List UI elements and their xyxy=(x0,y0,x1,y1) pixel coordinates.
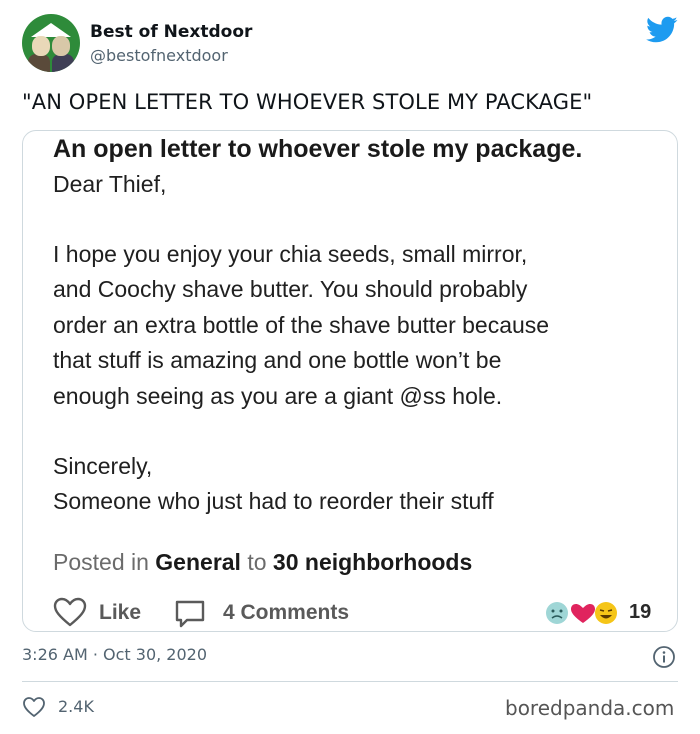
posted-audience[interactable]: 30 neighborhoods xyxy=(273,549,472,575)
reactions-icon[interactable] xyxy=(543,599,623,627)
letter-line: enough seeing as you are a giant @ss hol… xyxy=(53,383,503,409)
posted-to: to xyxy=(247,549,267,575)
letter-line: Sincerely, xyxy=(53,453,153,479)
tweet-text: "AN OPEN LETTER TO WHOEVER STOLE MY PACK… xyxy=(22,90,593,114)
letter-line: and Coochy shave butter. You should prob… xyxy=(53,276,528,302)
posted-in: Posted in General to 30 neighborhoods xyxy=(53,549,472,576)
user-handle[interactable]: @bestofnextdoor xyxy=(90,46,228,65)
comments-button[interactable]: 4 Comments xyxy=(223,601,349,625)
like-button[interactable]: Like xyxy=(99,601,141,625)
posted-category[interactable]: General xyxy=(155,549,241,575)
posted-prefix: Posted in xyxy=(53,549,149,575)
info-icon[interactable] xyxy=(652,645,676,669)
heart-icon[interactable] xyxy=(22,696,46,718)
display-name[interactable]: Best of Nextdoor xyxy=(90,22,252,42)
avatar[interactable] xyxy=(22,14,80,72)
comment-bubble-icon[interactable] xyxy=(173,599,207,629)
reaction-count: 19 xyxy=(629,601,652,623)
divider xyxy=(22,681,678,682)
house-roof-icon xyxy=(31,19,71,37)
heart-outline-icon[interactable] xyxy=(53,597,87,627)
tweet-timestamp[interactable]: 3:26 AM · Oct 30, 2020 xyxy=(22,645,207,664)
letter-line: I hope you enjoy your chia seeds, small … xyxy=(53,241,528,267)
letter-line: Someone who just had to reorder their st… xyxy=(53,488,494,514)
letter-line: Dear Thief, xyxy=(53,171,167,197)
embedded-post-card[interactable]: An open letter to whoever stole my packa… xyxy=(22,130,678,632)
post-title: An open letter to whoever stole my packa… xyxy=(53,135,583,163)
watermark: boredpanda.com xyxy=(505,696,675,720)
letter-line: that stuff is amazing and one bottle won… xyxy=(53,347,502,373)
like-count[interactable]: 2.4K xyxy=(58,697,94,716)
letter-line: order an extra bottle of the shave butte… xyxy=(53,312,550,338)
twitter-bird-icon[interactable] xyxy=(646,16,678,44)
